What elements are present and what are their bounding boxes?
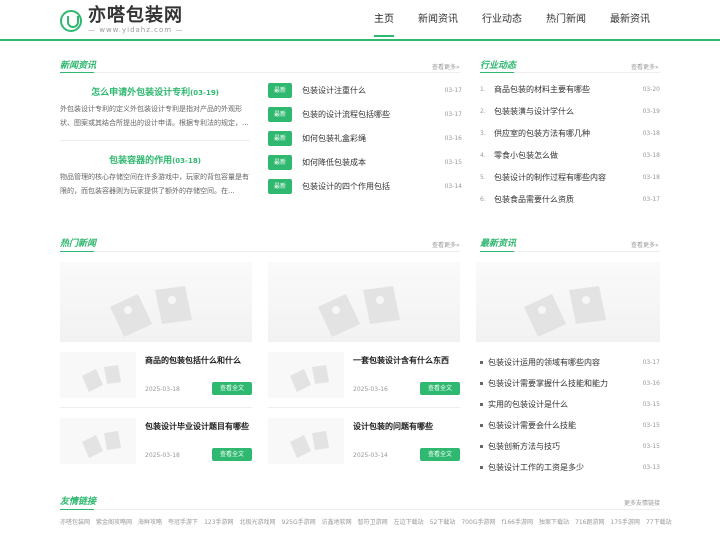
- links-more-link[interactable]: 更多友情链接: [624, 498, 660, 507]
- card-separator: [60, 407, 252, 408]
- new-tag: 最新: [268, 178, 292, 194]
- logo-icon: [60, 9, 82, 32]
- industry-more-link[interactable]: 查看更多»: [631, 62, 659, 71]
- links-section-title: 友情链接: [60, 497, 97, 507]
- hot-more-link[interactable]: 查看更多»: [432, 240, 460, 249]
- hot-card-date: 2025-03-18: [145, 452, 180, 459]
- card-thumbnail[interactable]: [268, 352, 344, 398]
- logo-url: — www.yidahz.com —: [88, 26, 184, 34]
- friend-link[interactable]: f166手游网: [501, 517, 533, 526]
- featured-title-2[interactable]: 包装容器的作用(03-18): [60, 153, 250, 166]
- nav-hot[interactable]: 热门新闻: [546, 0, 586, 41]
- new-tag: 最新: [268, 106, 292, 122]
- friend-link[interactable]: 77下载站: [646, 517, 672, 526]
- hot-card-date: 2025-03-16: [353, 386, 388, 393]
- bullet-icon: [480, 465, 483, 469]
- industry-item[interactable]: 3. 供应室的包装方法有哪几种 03-18: [480, 126, 660, 140]
- nav-industry[interactable]: 行业动态: [482, 0, 522, 41]
- image-placeholder[interactable]: [268, 262, 460, 342]
- latest-more-link[interactable]: 查看更多»: [631, 240, 659, 249]
- hot-divider: [60, 251, 460, 252]
- friend-link[interactable]: 紫金阁攻略网: [96, 517, 132, 526]
- featured-desc-2: 物品管理的核心存储空间在许多游戏中，玩家的背包容量是有限的，而包装容器则为玩家提…: [60, 173, 249, 195]
- site-logo[interactable]: 亦嗒包装网 — www.yidahz.com —: [60, 6, 183, 35]
- news-item[interactable]: 最新 包装设计的四个作用包括 03-14: [268, 178, 462, 194]
- friend-link[interactable]: 175手游网: [610, 517, 639, 526]
- featured-separator: [60, 140, 250, 141]
- hot-card-title[interactable]: 商品的包装包括什么和什么: [145, 355, 241, 366]
- featured-title-1[interactable]: 怎么申请外包装设计专利(03-19): [60, 85, 250, 98]
- featured-desc-1: 外包装设计专利的定义外包装设计专利是指对产品的外观形状、图案或其结合所提出的设计…: [60, 105, 249, 127]
- image-placeholder[interactable]: [60, 262, 252, 342]
- latest-section-title: 最新资讯: [480, 239, 517, 249]
- latest-item[interactable]: 包装创新方法与技巧 03-15: [480, 439, 660, 453]
- friend-link[interactable]: 52下载站: [430, 517, 456, 526]
- hot-card-date: 2025-03-18: [145, 386, 180, 393]
- nav-latest[interactable]: 最新资讯: [610, 0, 650, 41]
- friend-link[interactable]: 夸冠手游下: [168, 517, 198, 526]
- new-tag: 最新: [268, 154, 292, 170]
- friend-link[interactable]: 925G手游网: [282, 517, 316, 526]
- latest-item[interactable]: 包装设计需要会什么技能 03-15: [480, 418, 660, 432]
- friend-link[interactable]: 亦嗒包装网: [60, 517, 90, 526]
- nav-home[interactable]: 主页: [374, 0, 394, 41]
- logo-name: 亦嗒包装网: [88, 5, 183, 26]
- news-divider: [60, 72, 460, 73]
- industry-item[interactable]: 5. 包装设计的制作过程有哪些内容 03-18: [480, 170, 660, 184]
- news-item[interactable]: 最新 如何包装礼盒彩绳 03-16: [268, 130, 462, 146]
- card-thumbnail[interactable]: [268, 418, 344, 464]
- industry-item[interactable]: 1. 商品包装的材料主要有哪些 03-20: [480, 82, 660, 96]
- latest-item[interactable]: 包装设计需要掌握什么技能和能力 03-16: [480, 376, 660, 390]
- new-tag: 最新: [268, 82, 292, 98]
- read-more-button[interactable]: 查看全文: [420, 382, 460, 395]
- site-header: 亦嗒包装网 — www.yidahz.com — 主页 新闻资讯 行业动态 热门…: [0, 0, 720, 41]
- industry-divider: [480, 72, 660, 73]
- card-thumbnail[interactable]: [60, 418, 136, 464]
- bullet-icon: [480, 360, 483, 364]
- latest-divider: [480, 251, 660, 252]
- industry-item[interactable]: 2. 包装装潢与设计学什么 03-19: [480, 104, 660, 118]
- image-placeholder[interactable]: [476, 262, 660, 342]
- new-tag: 最新: [268, 130, 292, 146]
- bullet-icon: [480, 402, 483, 406]
- friend-link[interactable]: 访鑫地软网: [322, 517, 352, 526]
- nav-news[interactable]: 新闻资讯: [418, 0, 458, 41]
- friend-link[interactable]: 左边下载站: [394, 517, 424, 526]
- hot-section-title: 热门新闻: [60, 239, 97, 249]
- friend-link[interactable]: 700G手游网: [461, 517, 495, 526]
- bullet-icon: [480, 423, 483, 427]
- bullet-icon: [480, 444, 483, 448]
- friend-links: 亦嗒包装网 紫金阁攻略网 海鲜攻略 夸冠手游下 123手游网 北极光游戏网 92…: [60, 517, 672, 526]
- hot-card-date: 2025-03-14: [353, 452, 388, 459]
- bullet-icon: [480, 381, 483, 385]
- latest-item[interactable]: 包装设计运用的领域有哪些内容 03-17: [480, 355, 660, 369]
- hot-card-title[interactable]: 包装设计毕业设计题目有哪些: [145, 421, 249, 432]
- latest-item[interactable]: 实用的包装设计是什么 03-15: [480, 397, 660, 411]
- hot-card-title[interactable]: 一套包装设计含有什么东西: [353, 355, 449, 366]
- friend-link[interactable]: 海鲜攻略: [138, 517, 162, 526]
- industry-section-title: 行业动态: [480, 61, 517, 71]
- friend-link[interactable]: 北极光游戏网: [240, 517, 276, 526]
- friend-link[interactable]: 123手游网: [204, 517, 233, 526]
- industry-item[interactable]: 4. 零食小包装怎么做 03-18: [480, 148, 660, 162]
- card-thumbnail[interactable]: [60, 352, 136, 398]
- friend-link[interactable]: 智符卫游网: [358, 517, 388, 526]
- news-section-title: 新闻资讯: [60, 61, 97, 71]
- friend-link[interactable]: 独案下载站: [539, 517, 569, 526]
- news-more-link[interactable]: 查看更多»: [432, 62, 460, 71]
- industry-item[interactable]: 6. 包装食品需要什么资质 03-17: [480, 192, 660, 206]
- card-separator: [268, 407, 460, 408]
- main-nav: 主页 新闻资讯 行业动态 热门新闻 最新资讯: [350, 0, 650, 41]
- read-more-button[interactable]: 查看全文: [420, 448, 460, 461]
- read-more-button[interactable]: 查看全文: [212, 382, 252, 395]
- links-divider: [60, 509, 660, 510]
- latest-item[interactable]: 包装设计工作的工资是多少 03-13: [480, 460, 660, 474]
- news-item[interactable]: 最新 包装设计注重什么 03-17: [268, 82, 462, 98]
- friend-link[interactable]: 716跑游网: [575, 517, 604, 526]
- read-more-button[interactable]: 查看全文: [212, 448, 252, 461]
- news-item[interactable]: 最新 包装的设计流程包括哪些 03-17: [268, 106, 462, 122]
- hot-card-title[interactable]: 设计包装的问题有哪些: [353, 421, 433, 432]
- news-item[interactable]: 最新 如何降低包装成本 03-15: [268, 154, 462, 170]
